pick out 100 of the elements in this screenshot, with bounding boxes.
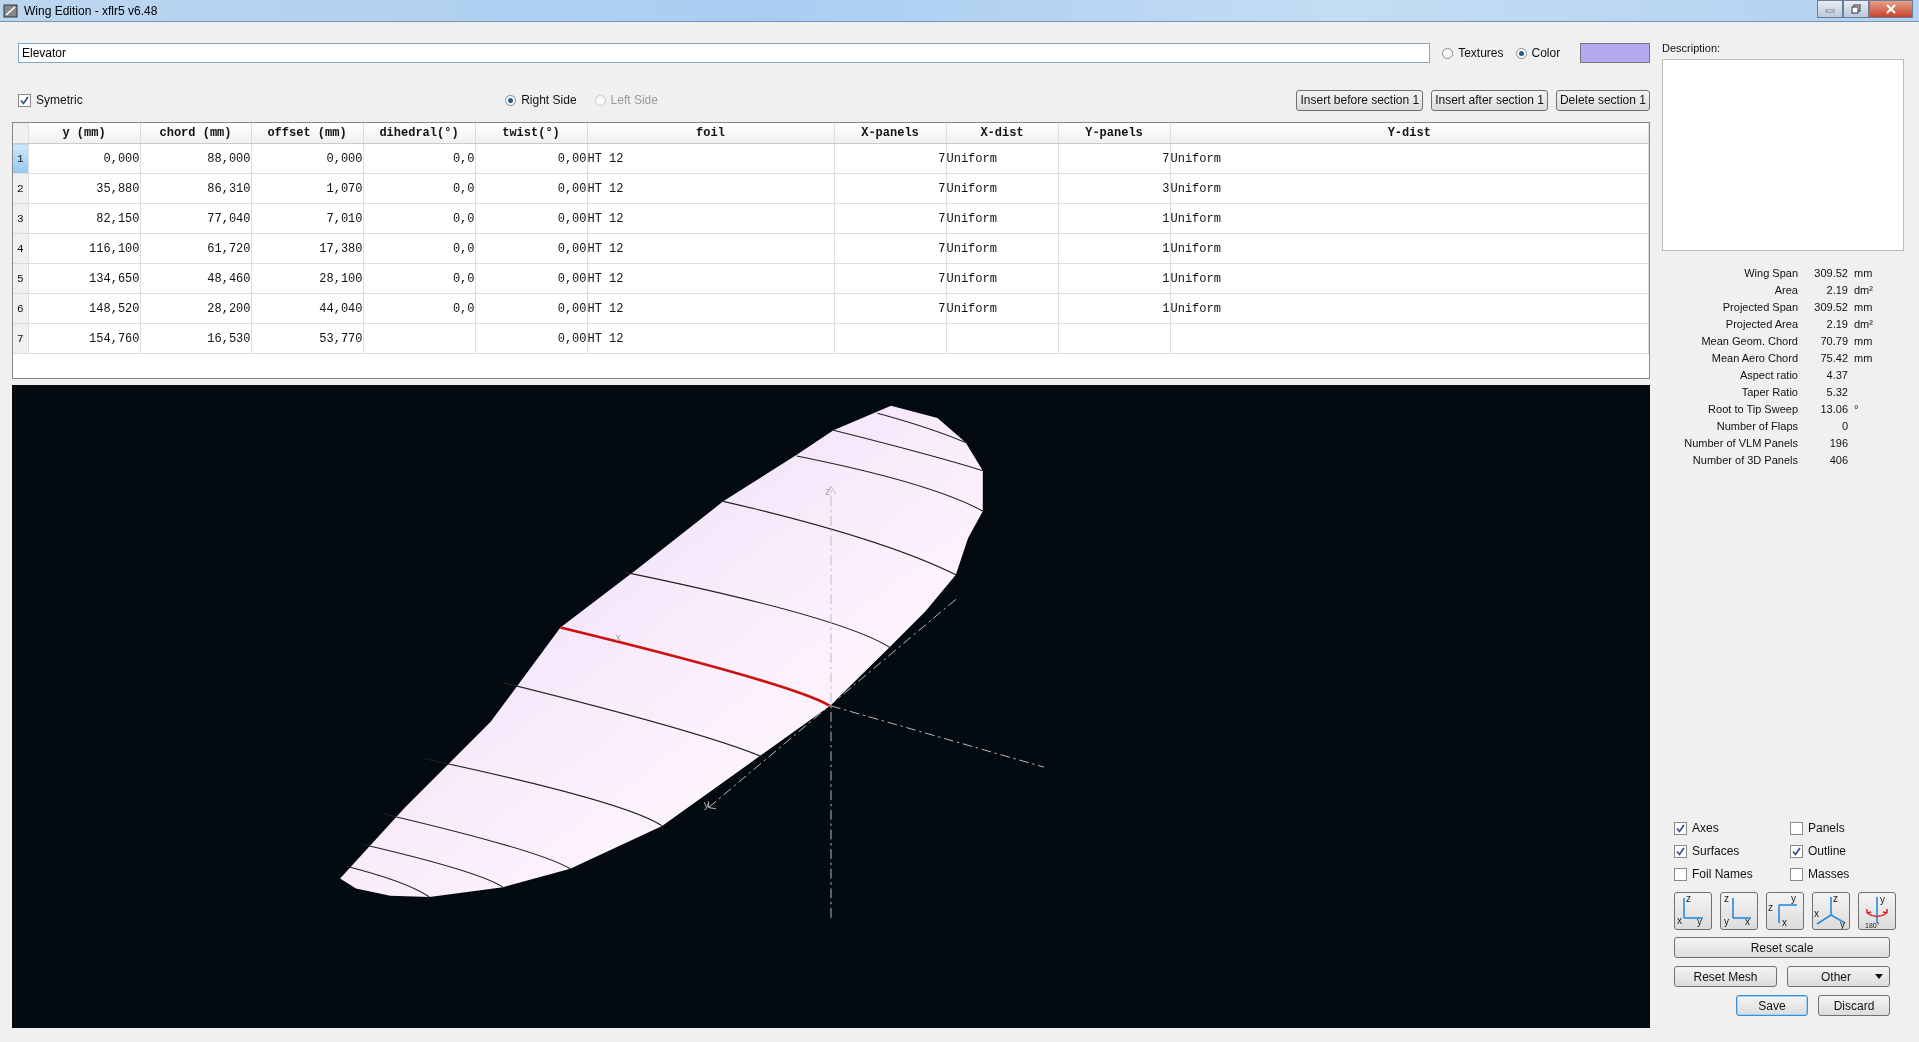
table-cell: 116,100 (28, 233, 140, 264)
row-number[interactable]: 6 (13, 293, 28, 324)
wing-name-field[interactable]: Elevator (18, 43, 1431, 63)
axis-label: y (1724, 916, 1729, 927)
display-checkbox[interactable]: Surfaces (1674, 844, 1790, 858)
display-checkbox[interactable]: Panels (1790, 821, 1890, 835)
table-cell: HT 12 (587, 203, 834, 234)
axis-label: z (1768, 902, 1773, 913)
display-checkbox[interactable]: Axes (1674, 821, 1790, 835)
app-icon (3, 2, 19, 19)
axes-icon (1778, 904, 1798, 924)
display-checkbox[interactable]: Foil Names (1674, 867, 1790, 881)
table-cell: 1,070 (251, 173, 363, 204)
table-cell: 0,00 (475, 293, 587, 324)
symmetric-checkbox[interactable]: Symetric (18, 93, 83, 107)
minimize-button[interactable] (1817, 0, 1843, 18)
table-cell: 82,150 (28, 203, 140, 234)
stat-unit: mm (1854, 267, 1874, 279)
row-number[interactable]: 1 (13, 143, 28, 174)
table-cell: 0,00 (475, 233, 587, 264)
view-button[interactable]: z y x (1720, 892, 1758, 930)
section-button[interactable]: Delete section 1 (1555, 89, 1650, 111)
table-cell: Uniform (946, 203, 1058, 234)
table-cell: 86,310 (140, 173, 251, 204)
table-cell: 0,000 (28, 143, 140, 174)
row-number[interactable]: 5 (13, 263, 28, 294)
table-cell: 7,010 (251, 203, 363, 234)
table-cell: Uniform (1170, 263, 1649, 294)
row-number[interactable]: 2 (13, 173, 28, 204)
table-cell: HT 12 (587, 323, 834, 354)
table-cell: Uniform (946, 143, 1058, 174)
appearance-radio[interactable]: Color (1515, 46, 1561, 60)
table-cell: 148,520 (28, 293, 140, 324)
table-cell: 7 (834, 203, 946, 234)
table-cell: 0,0 (363, 173, 475, 204)
table-cell: Uniform (946, 263, 1058, 294)
axis-label: y (1791, 893, 1796, 904)
table-cell: HT 12 (587, 233, 834, 264)
table-cell: 154,760 (28, 323, 140, 354)
axis-label: z (824, 485, 831, 498)
stat-value: 406 (1828, 454, 1848, 466)
table-cell: 16,530 (140, 323, 251, 354)
table-cell: 7 (1058, 143, 1170, 174)
display-checkbox[interactable]: Outline (1790, 844, 1890, 858)
column-header[interactable]: Y-dist (1170, 123, 1649, 144)
appearance-radio[interactable]: Textures (1442, 46, 1504, 60)
stat-label: Area (1773, 284, 1798, 296)
row-number[interactable]: 3 (13, 203, 28, 234)
table-cell: 88,000 (140, 143, 251, 174)
row-number[interactable]: 7 (13, 323, 28, 354)
section-button[interactable]: Insert after section 1 (1431, 89, 1548, 111)
stat-label: Root to Tip Sweep (1707, 403, 1798, 415)
stat-value: 309.52 (1813, 301, 1848, 313)
side-radio[interactable]: Right Side (505, 93, 577, 107)
table-cell: 0,00 (475, 323, 587, 354)
table-cell: 0,00 (475, 263, 587, 294)
stat-label: Wing Span (1743, 267, 1798, 279)
stat-unit: mm (1854, 335, 1874, 347)
column-header[interactable]: foil (587, 123, 834, 144)
table-cell: 44,040 (251, 293, 363, 324)
table-cell: 0,0 (363, 293, 475, 324)
close-button[interactable] (1869, 0, 1913, 18)
table-cell: HT 12 (587, 143, 834, 174)
discard-button[interactable]: Discard (1818, 995, 1890, 1016)
reset-scale-button[interactable]: Reset scale (1674, 937, 1890, 958)
column-header[interactable]: X-panels (834, 123, 946, 144)
description-field[interactable] (1662, 59, 1904, 251)
table-cell: 7 (834, 293, 946, 324)
restore-button[interactable] (1843, 0, 1869, 18)
stat-label: Aspect ratio (1738, 369, 1798, 381)
axis-label: x (1814, 908, 1819, 919)
axis-label: x (615, 630, 622, 643)
view-button[interactable]: z x y (1674, 892, 1712, 930)
stat-value: 309.52 (1813, 267, 1848, 279)
checkmark-icon (1792, 846, 1801, 856)
axis-label: z (1724, 893, 1729, 904)
color-swatch[interactable] (1580, 43, 1650, 63)
reset-mesh-button[interactable]: Reset Mesh (1674, 966, 1777, 987)
view-button[interactable]: y z x (1766, 892, 1804, 930)
column-header[interactable]: offset (mm) (251, 123, 363, 144)
column-header[interactable]: y (mm) (28, 123, 140, 144)
column-header[interactable]: Y-panels (1058, 123, 1170, 144)
column-header[interactable]: chord (mm) (140, 123, 251, 144)
row-number[interactable]: 4 (13, 233, 28, 264)
stat-unit: ° (1854, 403, 1860, 415)
table-cell: 0,0 (363, 143, 475, 174)
axis-label: y (1697, 916, 1702, 927)
stat-value: 4.37 (1825, 369, 1848, 381)
column-header[interactable]: twist(°) (475, 123, 587, 144)
table-cell: 0,00 (475, 143, 587, 174)
checkmark-icon (1676, 823, 1685, 833)
stat-value: 13.06 (1819, 403, 1848, 415)
save-button[interactable]: Save (1736, 995, 1808, 1016)
section-button[interactable]: Insert before section 1 (1296, 89, 1424, 111)
table-cell: Uniform (1170, 203, 1649, 234)
display-checkbox[interactable]: Masses (1790, 867, 1890, 881)
column-header[interactable]: dihedral(°) (363, 123, 475, 144)
other-dropdown[interactable]: Other (1787, 966, 1890, 987)
axes-icon (1683, 897, 1704, 919)
column-header[interactable]: X-dist (946, 123, 1058, 144)
